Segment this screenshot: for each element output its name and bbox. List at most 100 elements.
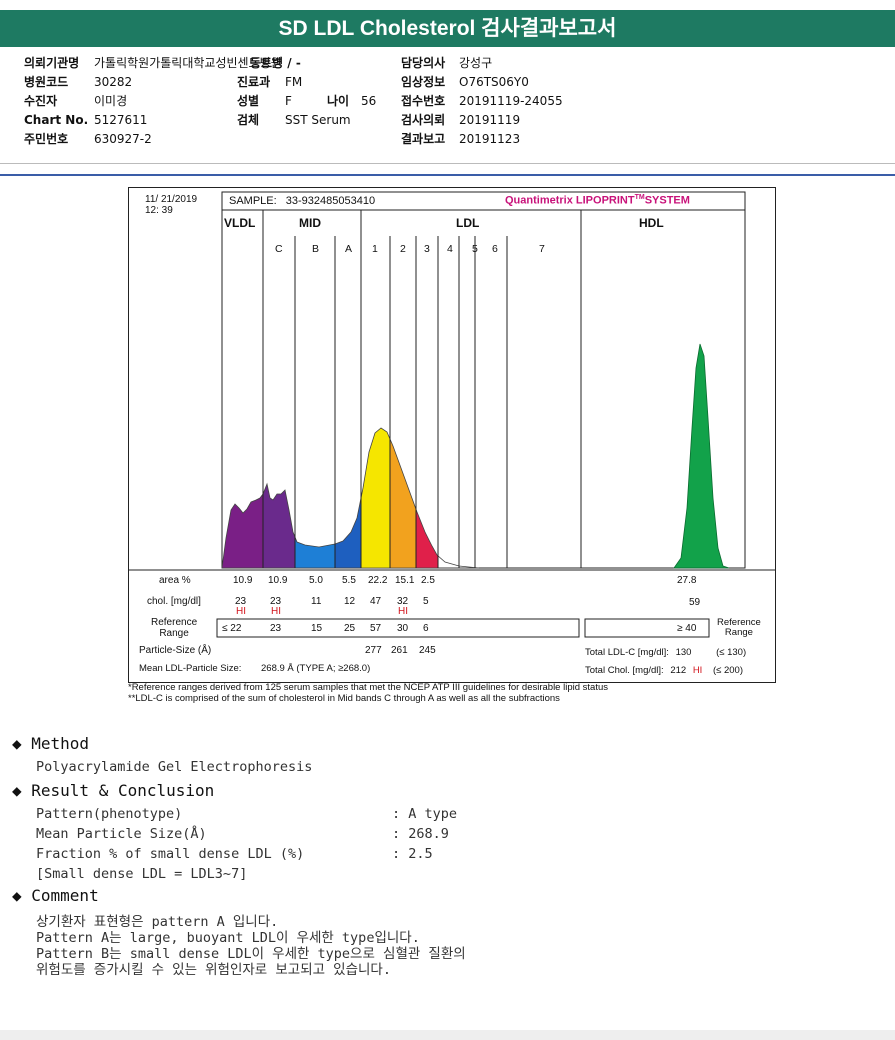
- total-ldl: Total LDL-C [mg/dl]: 130 (≤ 130): [585, 647, 746, 658]
- info-value: 20191119: [459, 113, 521, 127]
- band-lines: [262, 210, 582, 568]
- hdl-area: 27.8: [677, 575, 697, 586]
- hdl-peak: [673, 343, 730, 569]
- hdl-ref: ≥ 40: [677, 623, 697, 634]
- ref-value: 57: [370, 623, 382, 634]
- brand-post: SYSTEM: [644, 194, 690, 207]
- group-mid: MID: [299, 216, 321, 230]
- total-chol-label: Total Chol. [mg/dl]:: [585, 665, 664, 676]
- comment-line: 위험도를 증가시킬 수 있는 위험인자로 보고되고 있습니다.: [36, 962, 391, 978]
- info-key: 성별: [237, 94, 260, 108]
- method-title: Method: [31, 734, 90, 753]
- info-value: 30282: [94, 75, 133, 89]
- comment-title: Comment: [31, 886, 99, 905]
- info-key: 진료과: [237, 75, 271, 89]
- info-key: 담당의사: [401, 56, 446, 70]
- info-key: 접수번호: [401, 94, 446, 108]
- hi-flag: HI: [236, 606, 246, 617]
- row-label-area: area %: [159, 575, 191, 586]
- result-value-row: : 2.5: [392, 846, 433, 862]
- brand-pre: Quantimetrix LIPOPRINT: [505, 194, 635, 207]
- info-key: Chart No.: [24, 113, 89, 127]
- chol-value: 47: [370, 596, 382, 607]
- result-title: Result & Conclusion: [31, 781, 215, 800]
- hi-flag: HI: [398, 606, 408, 617]
- info-value: 이미경: [94, 94, 128, 108]
- sample-id: SAMPLE: 33-932485053410: [229, 195, 375, 207]
- ref-right-2: Range: [724, 627, 753, 638]
- info-value: SST Serum: [285, 113, 351, 127]
- result-label: Mean Particle Size(Å): [36, 826, 207, 842]
- row-label-mean: Mean LDL-Particle Size:: [139, 663, 242, 674]
- ref-value: 30: [397, 623, 409, 634]
- total-chol-flag: HI: [692, 665, 703, 676]
- band-label-5: 5: [472, 243, 478, 255]
- diamond-icon: ◆: [12, 781, 32, 800]
- info-value: 56: [361, 94, 377, 108]
- band-label-3: 3: [424, 243, 430, 255]
- info-key: 병원코드: [24, 75, 69, 89]
- total-ldl-value: 130: [675, 647, 692, 658]
- footnote-2: **LDL-C is comprised of the sum of chole…: [128, 693, 560, 704]
- result-label: Fraction % of small dense LDL (%): [36, 846, 305, 862]
- area-value: 10.9: [268, 575, 288, 586]
- comment-heading: ◆ Comment: [12, 886, 99, 905]
- brand-logo: Quantimetrix LIPOPRINTTMSYSTEM: [505, 194, 690, 207]
- area-value: 22.2: [368, 575, 388, 586]
- band-label-b: B: [312, 243, 320, 255]
- result-note: [Small dense LDL = LDL3~7]: [36, 866, 248, 882]
- row-label-chol: chol. [mg/dl]: [147, 596, 201, 607]
- info-col2-top: 동트병 / -: [250, 56, 301, 70]
- info-key: 검체: [237, 113, 260, 127]
- band-label-2: 2: [400, 243, 406, 255]
- row-label-particle: Particle-Size (Å): [139, 645, 212, 656]
- ref-right: Reference Range: [717, 618, 761, 638]
- band-label-a: A: [345, 243, 353, 255]
- info-key: 결과보고: [401, 132, 446, 146]
- total-chol: Total Chol. [mg/dl]: 212 HI (≤ 200): [585, 665, 743, 676]
- group-vldl: VLDL: [224, 216, 256, 230]
- result-value: A type: [408, 806, 458, 822]
- result-value-row: : 268.9: [392, 826, 449, 842]
- band-label-7: 7: [539, 243, 545, 255]
- info-key: 나이: [327, 94, 350, 108]
- group-hdl: HDL: [639, 216, 664, 230]
- total-chol-ref: (≤ 200): [712, 665, 743, 676]
- result-value-row: : A type: [392, 806, 458, 822]
- ref-value: 23: [270, 623, 282, 634]
- band-label-4: 4: [447, 243, 453, 255]
- ref-value: 15: [311, 623, 323, 634]
- ref-value: ≤ 22: [222, 623, 242, 634]
- band-label-6: 6: [492, 243, 498, 255]
- info-value: 강성구: [459, 56, 493, 70]
- result-row: Mean Particle Size(Å): [36, 826, 207, 842]
- info-value: 20191123: [459, 132, 521, 146]
- bottom-strip: [0, 1030, 895, 1040]
- result-row: Fraction % of small dense LDL (%): [36, 846, 304, 862]
- result-row: Pattern(phenotype): [36, 806, 182, 822]
- info-value: 630927-2: [94, 132, 152, 146]
- lipoprint-svg: [129, 191, 775, 638]
- info-value: O76TS06Y0: [459, 75, 529, 89]
- area-value: 10.9: [233, 575, 253, 586]
- divider-blue: [0, 174, 895, 176]
- sample-value: 33-932485053410: [285, 195, 376, 207]
- method-heading: ◆ Method: [12, 734, 89, 753]
- total-ldl-label: Total LDL-C [mg/dl]:: [585, 647, 669, 658]
- total-chol-value: 212: [670, 665, 687, 676]
- result-heading: ◆ Result & Conclusion: [12, 781, 214, 800]
- info-key: 의뢰기관명: [24, 56, 80, 70]
- divider: [0, 163, 895, 164]
- chol-value: 12: [344, 596, 356, 607]
- total-ldl-ref: (≤ 130): [716, 647, 747, 658]
- info-key: 수진자: [24, 94, 58, 108]
- plot-frame: [221, 191, 746, 569]
- info-value: 5127611: [94, 113, 148, 127]
- ref-line2: Range: [159, 628, 189, 639]
- diamond-icon: ◆: [12, 886, 32, 905]
- hi-flag: HI: [271, 606, 281, 617]
- chol-value: 11: [311, 596, 322, 607]
- area-value: 5.5: [342, 575, 356, 586]
- row-label-ref: Reference Range: [151, 617, 197, 639]
- area-value: 2.5: [421, 575, 435, 586]
